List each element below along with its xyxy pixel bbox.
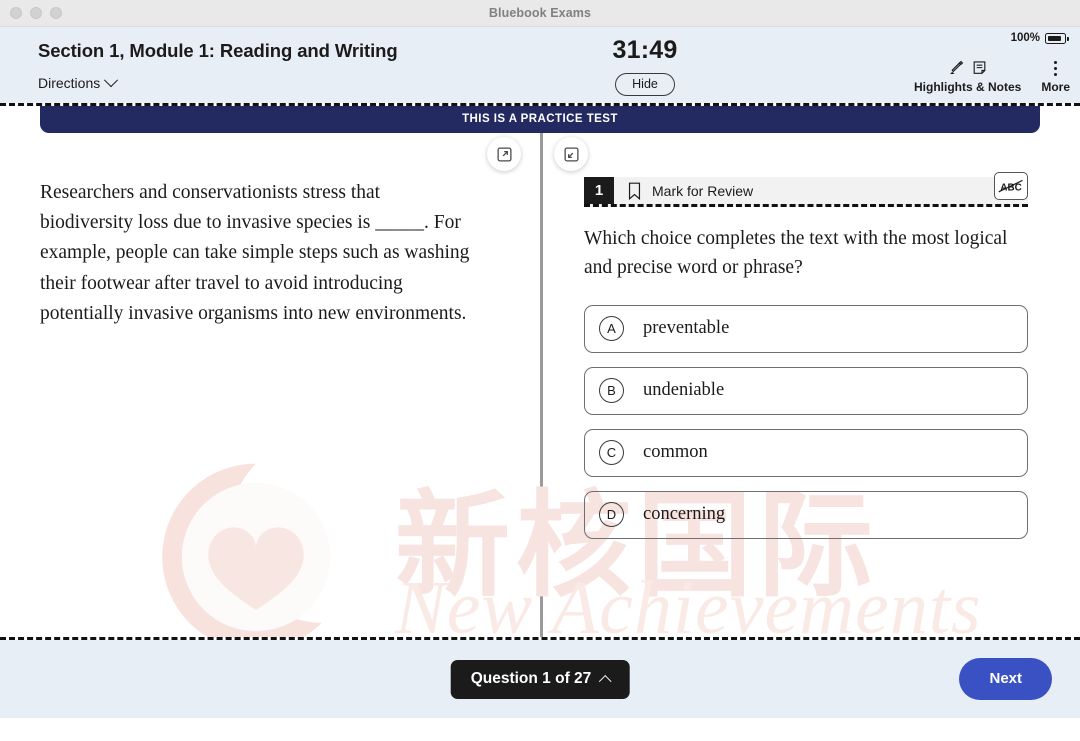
- highlighter-icon: [950, 60, 964, 74]
- next-button[interactable]: Next: [959, 658, 1052, 700]
- mark-for-review-label: Mark for Review: [652, 182, 754, 199]
- note-icon: [973, 61, 986, 74]
- header-left: Section 1, Module 1: Reading and Writing…: [0, 27, 460, 93]
- battery-percent-label: 100%: [1010, 32, 1040, 44]
- header-center: 31:49 Hide: [460, 27, 830, 96]
- question-toolbar: 1 Mark for Review ABC: [584, 172, 1028, 207]
- expand-left-icon: [563, 146, 579, 162]
- section-title: Section 1, Module 1: Reading and Writing: [38, 40, 398, 61]
- question-pane: 1 Mark for Review ABC Which choice compl…: [540, 133, 1080, 637]
- answer-choices: A preventable B undeniable C common D co…: [584, 304, 1028, 539]
- answer-choice-a[interactable]: A preventable: [584, 304, 1028, 353]
- passage-text: Researchers and conservationists stress …: [40, 182, 470, 324]
- battery-status: 100%: [1010, 32, 1069, 44]
- highlights-notes-button[interactable]: Highlights & Notes: [914, 57, 1021, 94]
- question-area: 1 Mark for Review ABC Which choice compl…: [540, 133, 1080, 539]
- kebab-menu-icon: [1054, 57, 1058, 79]
- passage-pane: Researchers and conservationists stress …: [0, 133, 540, 637]
- choice-letter: C: [599, 440, 624, 465]
- footer-bar: Question 1 of 27 Next: [0, 640, 1080, 718]
- hide-timer-button[interactable]: Hide: [615, 73, 675, 96]
- choice-text: common: [643, 442, 708, 462]
- choice-letter: D: [599, 502, 624, 527]
- svg-text:ABC: ABC: [1000, 182, 1022, 193]
- more-menu-button[interactable]: More: [1041, 57, 1070, 94]
- exam-header: Section 1, Module 1: Reading and Writing…: [0, 27, 1080, 103]
- answer-choice-d[interactable]: D concerning: [584, 490, 1028, 539]
- practice-test-banner: THIS IS A PRACTICE TEST: [40, 106, 1040, 133]
- countdown-timer: 31:49: [612, 36, 678, 64]
- expand-right-icon: [496, 146, 512, 162]
- practice-banner-wrap: THIS IS A PRACTICE TEST: [0, 106, 1080, 133]
- choice-text: concerning: [643, 504, 726, 524]
- chevron-down-icon: [104, 73, 119, 88]
- question-nav-label: Question 1 of 27: [470, 669, 592, 687]
- choice-text: preventable: [643, 318, 730, 338]
- more-label: More: [1041, 80, 1070, 94]
- header-right: 100% Highlights & Notes More: [830, 27, 1080, 103]
- exam-window: Bluebook Exams Section 1, Module 1: Read…: [0, 0, 1080, 741]
- highlights-notes-label: Highlights & Notes: [913, 80, 1022, 94]
- abc-strikethrough-icon: ABC: [998, 179, 1023, 193]
- battery-icon: [1045, 32, 1069, 44]
- question-navigator-button[interactable]: Question 1 of 27: [450, 659, 630, 699]
- mark-for-review-button[interactable]: Mark for Review: [614, 177, 1028, 204]
- choice-letter: B: [599, 378, 624, 403]
- expand-passage-button[interactable]: [487, 137, 521, 171]
- choice-letter: A: [599, 316, 624, 341]
- directions-button[interactable]: Directions: [38, 73, 119, 91]
- window-title: Bluebook Exams: [488, 6, 592, 20]
- window-titlebar: Bluebook Exams: [0, 0, 1080, 27]
- bookmark-icon: [628, 182, 641, 200]
- main-content: 新核国际 New Achievements Researchers and co…: [0, 133, 1080, 637]
- answer-choice-c[interactable]: C common: [584, 428, 1028, 477]
- collapse-question-button[interactable]: [554, 137, 588, 171]
- answer-eliminator-button[interactable]: ABC: [994, 172, 1028, 200]
- choice-text: undeniable: [643, 380, 725, 400]
- chevron-up-icon: [598, 674, 612, 688]
- header-tools: Highlights & Notes More: [914, 57, 1070, 94]
- answer-choice-b[interactable]: B undeniable: [584, 366, 1028, 415]
- question-prompt: Which choice completes the text with the…: [584, 228, 1008, 279]
- question-number-badge: 1: [584, 177, 614, 204]
- directions-label: Directions: [38, 75, 101, 91]
